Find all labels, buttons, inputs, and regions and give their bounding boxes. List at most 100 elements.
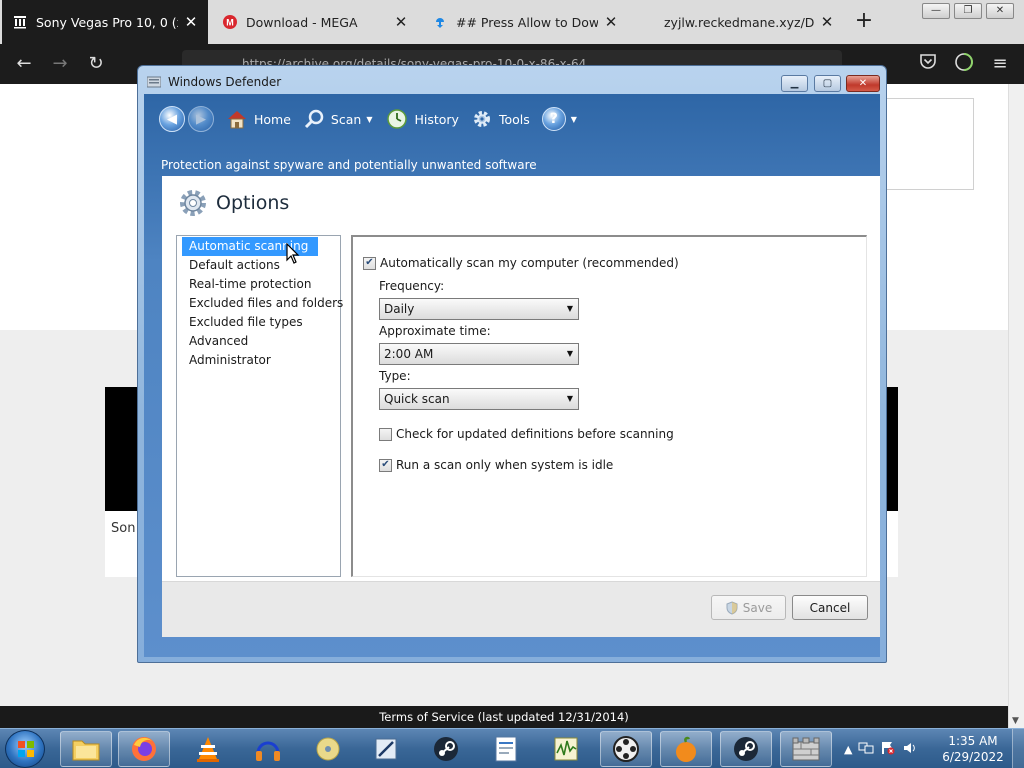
- tools-button[interactable]: Tools: [471, 108, 530, 130]
- nav-item-administrator[interactable]: Administrator: [182, 351, 318, 370]
- document-icon: [495, 736, 517, 762]
- start-button[interactable]: [5, 730, 45, 768]
- frequency-label: Frequency:: [379, 279, 445, 293]
- time-label: Approximate time:: [379, 324, 491, 338]
- nav-item-real-time-protection[interactable]: Real-time protection: [182, 275, 318, 294]
- forward-arrow-icon[interactable]: →: [48, 52, 72, 76]
- page-side-box: [886, 98, 974, 190]
- home-button[interactable]: Home: [226, 108, 291, 130]
- taskbar-audio-editor[interactable]: [540, 731, 592, 767]
- taskbar-fl-studio[interactable]: [660, 731, 712, 767]
- defender-tagline: Protection against spyware and potential…: [161, 158, 537, 172]
- automatic-scanning-panel: ✔ Automatically scan my computer (recomm…: [351, 235, 867, 577]
- network-icon[interactable]: [858, 741, 874, 758]
- mouse-cursor-icon: [286, 243, 300, 264]
- auto-scan-row[interactable]: ✔ Automatically scan my computer (recomm…: [363, 256, 679, 270]
- nav-item-excluded-files-folders[interactable]: Excluded files and folders: [182, 294, 343, 313]
- auto-scan-checkbox[interactable]: ✔: [363, 256, 376, 270]
- taskbar-audacity[interactable]: [242, 731, 294, 767]
- taskbar-firefox[interactable]: [118, 731, 170, 767]
- vlc-icon: [197, 737, 219, 762]
- check-defs-checkbox[interactable]: [379, 427, 392, 441]
- defender-toolbar: ◀ ▶ Home Scan ▼ History Tools ? ▼: [159, 104, 577, 134]
- cancel-button[interactable]: Cancel: [792, 595, 868, 620]
- volume-icon[interactable]: [902, 741, 918, 758]
- chevron-down-icon[interactable]: ▼: [366, 115, 372, 124]
- restore-button[interactable]: ❐: [954, 3, 982, 19]
- taskbar-disc-app[interactable]: [302, 731, 354, 767]
- time-select[interactable]: 2:00 AM ▼: [379, 343, 579, 365]
- close-button[interactable]: ✕: [846, 75, 880, 92]
- page-status-bar[interactable]: Terms of Service (last updated 12/31/201…: [0, 706, 1008, 728]
- check-defs-row[interactable]: Check for updated definitions before sca…: [379, 427, 674, 441]
- taskbar-vlc[interactable]: [182, 731, 234, 767]
- svg-text:M: M: [226, 18, 234, 28]
- scan-button[interactable]: Scan ▼: [303, 108, 372, 130]
- close-icon[interactable]: ✕: [394, 13, 408, 31]
- fruit-icon: [676, 736, 696, 762]
- idle-scan-checkbox[interactable]: ✔: [379, 458, 392, 472]
- maximize-button[interactable]: ▢: [814, 75, 841, 92]
- tab-mega[interactable]: M Download - MEGA ✕: [212, 0, 418, 44]
- taskbar-clock[interactable]: 1:35 AM 6/29/2022: [938, 733, 1008, 765]
- minimize-button[interactable]: —: [922, 3, 950, 19]
- download-cloud-icon: [432, 14, 448, 30]
- firefox-icon: [132, 737, 156, 761]
- show-desktop-button[interactable]: [1012, 729, 1024, 768]
- defender-main-area: ◀ ▶ Home Scan ▼ History Tools ? ▼ Protec…: [144, 94, 880, 657]
- nav-item-advanced[interactable]: Advanced: [182, 332, 318, 351]
- nav-item-excluded-file-types[interactable]: Excluded file types: [182, 313, 318, 332]
- home-icon: [228, 111, 246, 129]
- tab-press-allow[interactable]: ## Press Allow to Download ✕: [422, 0, 628, 44]
- taskbar-explorer[interactable]: [60, 731, 112, 767]
- taskbar-paint-app[interactable]: [360, 731, 412, 767]
- options-footer: Save Cancel: [162, 581, 880, 637]
- steam-icon: [734, 737, 758, 761]
- options-page: Options Automatic scanning Default actio…: [162, 176, 880, 637]
- history-button[interactable]: History: [386, 108, 459, 130]
- pocket-icon[interactable]: [916, 52, 940, 76]
- defender-app-icon: [147, 76, 161, 88]
- close-button[interactable]: ✕: [986, 3, 1014, 19]
- back-button[interactable]: ◀: [159, 106, 185, 132]
- archive-icon: [12, 14, 28, 30]
- menu-icon[interactable]: ≡: [988, 52, 1012, 76]
- new-tab-button[interactable]: +: [852, 10, 876, 34]
- save-button[interactable]: Save: [711, 595, 786, 620]
- browser-window-controls: — ❐ ✕: [922, 3, 1014, 19]
- forward-button[interactable]: ▶: [188, 106, 214, 132]
- page-scrollbar[interactable]: ▼: [1008, 84, 1024, 728]
- idle-scan-row[interactable]: ✔ Run a scan only when system is idle: [379, 458, 613, 472]
- minimize-button[interactable]: ▁: [781, 75, 808, 92]
- tab-reckedmane[interactable]: zyjlw.reckedmane.xyz/DQVZ ✕: [654, 0, 844, 44]
- reload-icon[interactable]: ↻: [84, 52, 108, 76]
- mega-icon: M: [222, 14, 238, 30]
- back-arrow-icon[interactable]: ←: [12, 52, 36, 76]
- options-title: Options: [216, 192, 290, 214]
- action-center-warning-icon[interactable]: [880, 741, 896, 758]
- scroll-down-icon[interactable]: ▼: [1012, 716, 1019, 726]
- tray-expand-icon[interactable]: ▲: [844, 743, 852, 756]
- chevron-down-icon[interactable]: ▼: [571, 115, 577, 124]
- disc-icon: [316, 737, 340, 761]
- type-select[interactable]: Quick scan ▼: [379, 388, 579, 410]
- dropdown-arrow-icon: ▼: [566, 304, 573, 313]
- taskbar-defender[interactable]: [780, 731, 832, 767]
- account-icon[interactable]: [952, 52, 976, 76]
- type-label: Type:: [379, 369, 411, 383]
- taskbar-wordpad[interactable]: [480, 731, 532, 767]
- close-icon[interactable]: ✕: [820, 13, 834, 31]
- window-titlebar[interactable]: Windows Defender ▁ ▢ ✕: [138, 66, 886, 96]
- taskbar-film-app[interactable]: [600, 731, 652, 767]
- system-tray: ▲: [844, 729, 918, 768]
- help-button[interactable]: ? ▼: [541, 107, 577, 131]
- taskbar-steam-2[interactable]: [720, 731, 772, 767]
- tab-sony-vegas[interactable]: Sony Vegas Pro 10, 0 (x 86 & ✕: [2, 0, 208, 44]
- browser-tab-bar: Sony Vegas Pro 10, 0 (x 86 & ✕ M Downloa…: [0, 0, 1024, 44]
- frequency-select[interactable]: Daily ▼: [379, 298, 579, 320]
- close-icon[interactable]: ✕: [184, 13, 198, 31]
- taskbar-steam[interactable]: [420, 731, 472, 767]
- close-icon[interactable]: ✕: [604, 13, 618, 31]
- windows-logo-icon: [18, 741, 34, 757]
- headphones-icon: [256, 741, 280, 761]
